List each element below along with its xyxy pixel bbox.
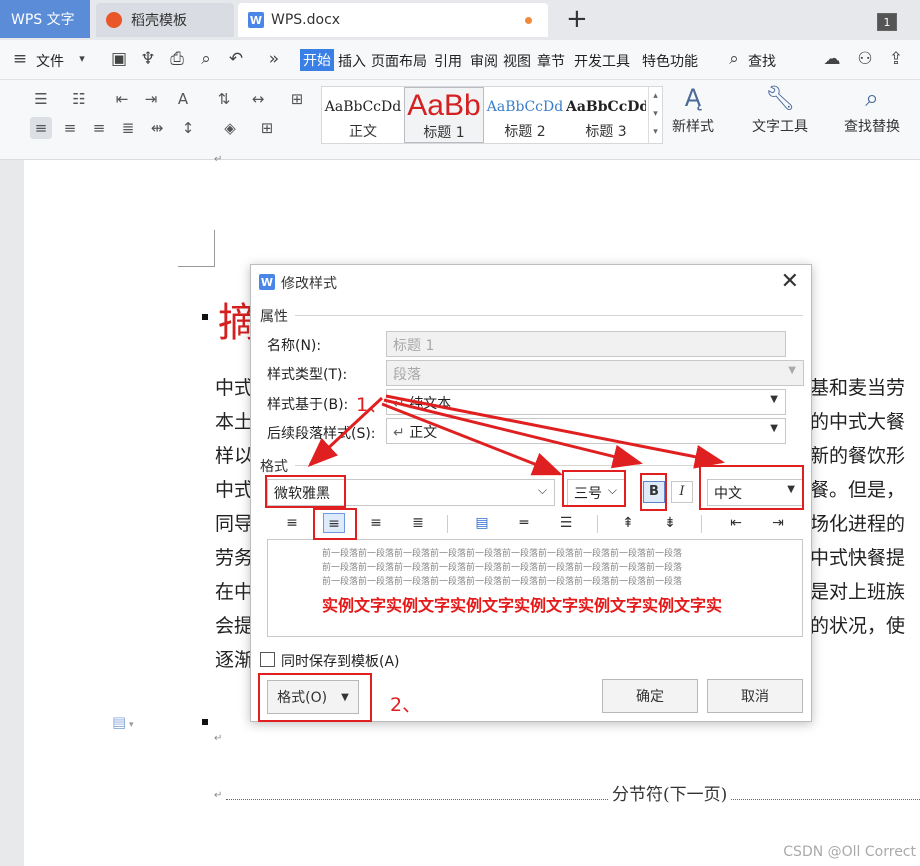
wps-window: WPS 文字 稻壳模板 W WPS.docx + 1 ≡ 文件 ▾ ▣ ♆ ⎙ … — [0, 0, 920, 866]
arrow-to-script — [385, 394, 725, 469]
annotation-arrows — [307, 394, 725, 476]
arrow-to-font — [307, 396, 384, 468]
arrow-to-size — [381, 402, 563, 476]
